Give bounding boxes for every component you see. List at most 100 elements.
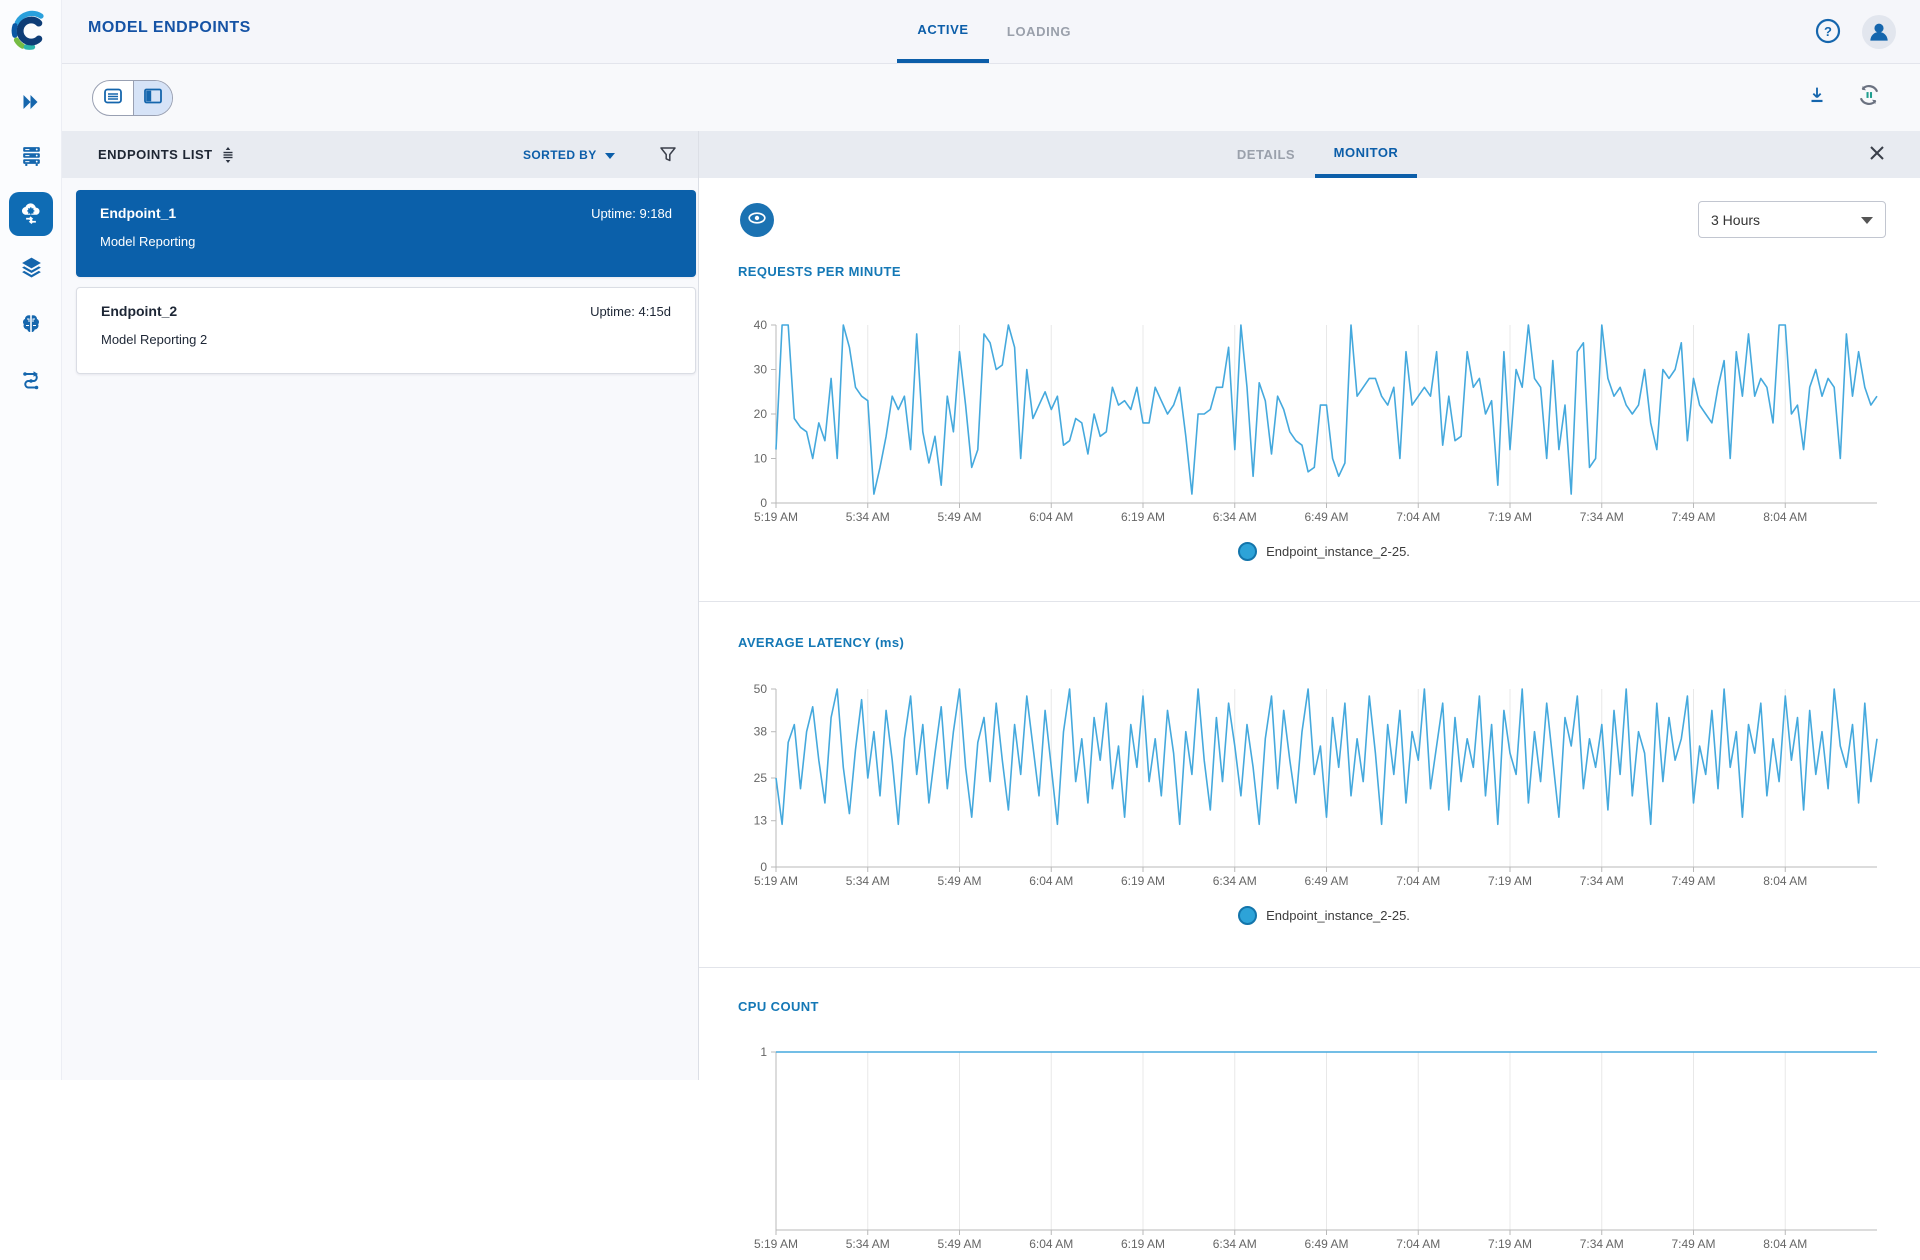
svg-text:7:19 AM: 7:19 AM [1488,1237,1532,1251]
chevron-down-icon [1861,211,1873,229]
svg-text:7:34 AM: 7:34 AM [1580,1237,1624,1251]
svg-text:5:49 AM: 5:49 AM [937,874,981,888]
sidebar-item-expand[interactable] [0,84,62,124]
sidebar-item-ai[interactable] [0,306,62,346]
endpoint-card[interactable]: Endpoint_1 Uptime: 9:18d Model Reporting [76,190,696,277]
server-rack-icon [19,143,44,173]
svg-text:8:04 AM: 8:04 AM [1763,874,1807,888]
svg-text:5:34 AM: 5:34 AM [846,874,890,888]
svg-text:8:04 AM: 8:04 AM [1763,510,1807,524]
layers-icon [19,255,44,285]
svg-text:7:19 AM: 7:19 AM [1488,874,1532,888]
svg-text:40: 40 [754,318,768,332]
tab-details[interactable]: DETAILS [1215,131,1317,178]
header-tab-active[interactable]: ACTIVE [897,0,989,63]
svg-text:1: 1 [760,1045,767,1059]
tab-monitor[interactable]: MONITOR [1315,131,1417,178]
svg-text:7:49 AM: 7:49 AM [1671,1237,1715,1251]
chart-legend: Endpoint_instance_2-25. [729,906,1919,925]
sorted-by-dropdown[interactable]: SORTED BY [523,148,615,162]
svg-text:6:49 AM: 6:49 AM [1304,1237,1348,1251]
auto-refresh-pause-icon [1856,82,1882,113]
sort-button[interactable] [220,146,236,169]
monitor-content: 3 Hours REQUESTS PER MINUTE 5:19 AM 5:34 … [699,178,1920,1251]
time-range-select[interactable]: 3 Hours [1698,201,1886,238]
app-header: MODEL ENDPOINTS ACTIVE LOADING ? [62,0,1920,64]
svg-text:0: 0 [760,860,767,874]
svg-text:50: 50 [754,682,768,696]
time-range-value: 3 Hours [1711,211,1761,228]
svg-text:6:04 AM: 6:04 AM [1029,510,1073,524]
svg-text:6:04 AM: 6:04 AM [1029,1237,1073,1251]
endpoint-card[interactable]: Endpoint_2 Uptime: 4:15d Model Reporting 2 [76,287,696,374]
close-panel-button[interactable] [1863,141,1891,169]
endpoints-list-panel: ENDPOINTS LIST SORTED BY Endpoint_1 Upti… [62,131,699,1080]
model-endpoints-cloud-gear-icon [18,199,44,230]
svg-text:20: 20 [754,407,768,421]
svg-text:7:04 AM: 7:04 AM [1396,1237,1440,1251]
table-view-icon [103,87,123,110]
app-logo[interactable] [10,10,52,52]
svg-text:5:34 AM: 5:34 AM [846,510,890,524]
sort-icon [220,147,236,168]
svg-text:38: 38 [754,725,768,739]
download-icon [1806,84,1828,111]
endpoint-name: Endpoint_2 [101,303,178,319]
svg-text:13: 13 [754,814,768,828]
svg-text:7:49 AM: 7:49 AM [1671,510,1715,524]
endpoints-list-title: ENDPOINTS LIST [98,147,213,162]
eye-icon [746,207,768,234]
help-button[interactable]: ? [1814,17,1842,45]
visibility-button[interactable] [740,203,774,237]
chevron-down-icon [604,148,615,162]
monitor-panel: DETAILS MONITOR 3 Hours REQUESTS PER MIN… [699,131,1920,1251]
average-latency-chart: 5:19 AM 5:34 AM 5:49 AM 6:04 AM 6:19 AM 6:34 … [754,682,1878,888]
split-view-button[interactable] [132,81,172,115]
svg-text:25: 25 [754,771,768,785]
svg-text:6:34 AM: 6:34 AM [1213,874,1257,888]
svg-text:6:19 AM: 6:19 AM [1121,510,1165,524]
svg-text:6:04 AM: 6:04 AM [1029,874,1073,888]
svg-text:5:49 AM: 5:49 AM [937,1237,981,1251]
endpoint-uptime: Uptime: 4:15d [590,304,671,319]
filter-funnel-icon [658,147,678,167]
filter-button[interactable] [658,145,678,168]
user-avatar[interactable] [1862,15,1896,49]
view-toolbar [62,64,1920,131]
chart-title-latency: AVERAGE LATENCY (ms) [738,635,905,650]
brain-icon [19,312,43,341]
section-divider [699,967,1920,968]
svg-text:7:34 AM: 7:34 AM [1580,510,1624,524]
svg-text:6:34 AM: 6:34 AM [1213,1237,1257,1251]
svg-text:7:49 AM: 7:49 AM [1671,874,1715,888]
page-title: MODEL ENDPOINTS [88,19,251,36]
requests-per-minute-chart: 5:19 AM 5:34 AM 5:49 AM 6:04 AM 6:19 AM 6:34 … [754,318,1878,524]
app-sidebar [0,0,62,1080]
svg-text:7:04 AM: 7:04 AM [1396,510,1440,524]
chart-title-requests: REQUESTS PER MINUTE [738,264,901,279]
header-tab-loading[interactable]: LOADING [989,0,1089,63]
legend-dot-icon [1238,542,1258,561]
download-button[interactable] [1802,82,1832,112]
auto-refresh-button[interactable] [1854,82,1884,112]
close-icon [1869,145,1885,166]
svg-text:5:34 AM: 5:34 AM [846,1237,890,1251]
svg-text:10: 10 [754,452,768,466]
svg-text:6:49 AM: 6:49 AM [1304,874,1348,888]
endpoints-list-header: ENDPOINTS LIST SORTED BY [62,131,698,178]
svg-text:5:19 AM: 5:19 AM [754,1237,798,1251]
table-view-button[interactable] [93,81,133,115]
svg-text:5:49 AM: 5:49 AM [937,510,981,524]
svg-text:7:19 AM: 7:19 AM [1488,510,1532,524]
chart-legend: Endpoint_instance_2-25. [729,542,1919,561]
svg-text:0: 0 [760,496,767,510]
monitor-tab-bar: DETAILS MONITOR [699,131,1920,178]
legend-dot-icon [1238,906,1258,925]
sidebar-item-layers[interactable] [0,250,62,290]
sidebar-item-servers[interactable] [0,138,62,178]
chart-title-cpu: CPU COUNT [738,999,819,1014]
sidebar-item-workflows[interactable] [0,362,62,402]
sidebar-item-model-endpoints[interactable] [9,192,53,236]
section-divider [699,601,1920,602]
svg-text:7:34 AM: 7:34 AM [1580,874,1624,888]
